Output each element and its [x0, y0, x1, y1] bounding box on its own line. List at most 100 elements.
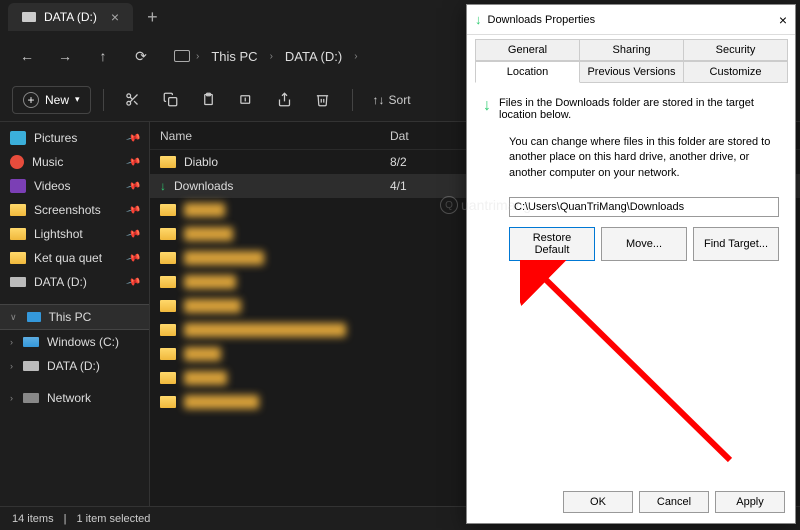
- chevron-icon[interactable]: ›: [270, 51, 273, 62]
- folder-icon: [160, 300, 176, 312]
- close-button[interactable]: ×: [779, 12, 787, 28]
- forward-button[interactable]: →: [50, 41, 80, 71]
- chevron-down-icon: ▾: [75, 94, 80, 105]
- chevron-icon[interactable]: ›: [196, 51, 199, 62]
- sidebar-item-ketqua[interactable]: Ket qua quet📌: [0, 246, 149, 270]
- breadcrumb-data[interactable]: DATA (D:): [279, 45, 348, 68]
- drive-icon: [23, 337, 39, 347]
- plus-icon: +: [23, 92, 39, 108]
- folder-icon: [10, 228, 26, 240]
- drive-icon: [23, 361, 39, 371]
- up-button[interactable]: ↑: [88, 41, 118, 71]
- properties-dialog: ↓ Downloads Properties × General Sharing…: [466, 4, 796, 524]
- pc-icon: [27, 312, 41, 322]
- tab-customize[interactable]: Customize: [683, 61, 788, 83]
- chevron-icon[interactable]: ›: [354, 51, 357, 62]
- pictures-icon: [10, 131, 26, 145]
- sidebar-item-datad[interactable]: ›DATA (D:): [0, 354, 149, 378]
- chevron-right-icon[interactable]: ›: [10, 361, 13, 371]
- sidebar-item-music[interactable]: Music📌: [0, 150, 149, 174]
- pin-icon: 📌: [125, 226, 141, 242]
- tab-sharing[interactable]: Sharing: [579, 39, 684, 61]
- sort-icon: ↑↓: [373, 93, 385, 107]
- network-icon: [23, 393, 39, 403]
- column-name[interactable]: Name: [160, 129, 390, 143]
- folder-icon: [10, 252, 26, 264]
- info-text-1: Files in the Downloads folder are stored…: [499, 97, 779, 121]
- new-label: New: [45, 93, 69, 107]
- button-row: Restore Default Move... Find Target...: [483, 227, 779, 261]
- chevron-down-icon[interactable]: ∨: [10, 312, 17, 323]
- tabs: General Sharing Security Location Previo…: [467, 35, 795, 83]
- tab-location[interactable]: Location: [475, 61, 580, 83]
- tab-label: DATA (D:): [44, 10, 97, 24]
- pin-icon: 📌: [125, 274, 141, 290]
- folder-icon: [160, 396, 176, 408]
- folder-icon: [160, 348, 176, 360]
- sidebar: Pictures📌 Music📌 Videos📌 Screenshots📌 Li…: [0, 122, 150, 506]
- new-tab-button[interactable]: +: [147, 7, 158, 28]
- folder-icon: [160, 324, 176, 336]
- folder-icon: [160, 252, 176, 264]
- find-target-button[interactable]: Find Target...: [693, 227, 779, 261]
- pin-icon: 📌: [125, 178, 141, 194]
- dialog-title: Downloads Properties: [488, 14, 596, 26]
- folder-icon: [160, 276, 176, 288]
- delete-button[interactable]: [306, 85, 340, 115]
- close-icon[interactable]: ×: [111, 9, 119, 25]
- pin-icon: 📌: [125, 130, 141, 146]
- sort-label: Sort: [389, 93, 411, 107]
- pin-icon: 📌: [125, 202, 141, 218]
- share-button[interactable]: [268, 85, 302, 115]
- apply-button[interactable]: Apply: [715, 491, 785, 513]
- ok-button[interactable]: OK: [563, 491, 633, 513]
- sidebar-item-data[interactable]: DATA (D:)📌: [0, 270, 149, 294]
- sidebar-item-thispc[interactable]: ∨This PC: [0, 304, 149, 330]
- separator: [103, 89, 104, 111]
- chevron-right-icon[interactable]: ›: [10, 337, 13, 347]
- column-date[interactable]: Dat: [390, 129, 470, 143]
- dialog-footer: OK Cancel Apply: [563, 491, 785, 513]
- refresh-button[interactable]: ⟳: [126, 41, 156, 71]
- sidebar-item-videos[interactable]: Videos📌: [0, 174, 149, 198]
- new-button[interactable]: + New ▾: [12, 86, 91, 114]
- tab-security[interactable]: Security: [683, 39, 788, 61]
- folder-icon: [160, 156, 176, 168]
- dialog-body: ↓ Files in the Downloads folder are stor…: [467, 83, 795, 275]
- info-text-2: You can change where files in this folde…: [483, 135, 779, 181]
- sidebar-item-winc[interactable]: ›Windows (C:): [0, 330, 149, 354]
- drive-icon: [22, 12, 36, 22]
- chevron-right-icon[interactable]: ›: [10, 393, 13, 403]
- music-icon: [10, 155, 24, 169]
- pin-icon: 📌: [125, 154, 141, 170]
- cancel-button[interactable]: Cancel: [639, 491, 709, 513]
- sidebar-item-screenshots[interactable]: Screenshots📌: [0, 198, 149, 222]
- drive-icon: [10, 277, 26, 287]
- rename-button[interactable]: [230, 85, 264, 115]
- path-input[interactable]: [509, 197, 779, 217]
- folder-icon: [10, 204, 26, 216]
- cut-button[interactable]: [116, 85, 150, 115]
- sidebar-item-network[interactable]: ›Network: [0, 386, 149, 410]
- copy-button[interactable]: [154, 85, 188, 115]
- tab-previous-versions[interactable]: Previous Versions: [579, 61, 684, 83]
- tab-data-d[interactable]: DATA (D:) ×: [8, 3, 133, 31]
- folder-icon: [160, 228, 176, 240]
- breadcrumb: › This PC › DATA (D:) ›: [174, 45, 358, 68]
- monitor-icon[interactable]: [174, 50, 190, 62]
- download-icon: ↓: [475, 12, 482, 27]
- sort-button[interactable]: ↑↓ Sort: [365, 89, 419, 111]
- separator: [352, 89, 353, 111]
- download-icon: ↓: [483, 97, 491, 115]
- videos-icon: [10, 179, 26, 193]
- paste-button[interactable]: [192, 85, 226, 115]
- sidebar-item-lightshot[interactable]: Lightshot📌: [0, 222, 149, 246]
- back-button[interactable]: ←: [12, 41, 42, 71]
- restore-default-button[interactable]: Restore Default: [509, 227, 595, 261]
- move-button[interactable]: Move...: [601, 227, 687, 261]
- breadcrumb-thispc[interactable]: This PC: [205, 45, 263, 68]
- folder-icon: [160, 204, 176, 216]
- folder-icon: [160, 372, 176, 384]
- sidebar-item-pictures[interactable]: Pictures📌: [0, 126, 149, 150]
- tab-general[interactable]: General: [475, 39, 580, 61]
